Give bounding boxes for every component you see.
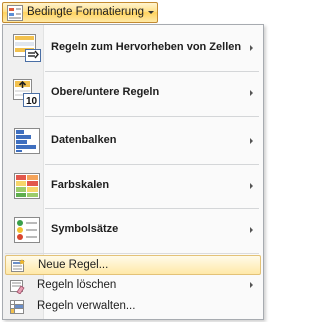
chevron-right-icon	[250, 45, 253, 51]
menu-item-manage-rules[interactable]: Regeln verwalten...	[5, 297, 261, 317]
conditional-formatting-button[interactable]: Bedingte Formatierung	[2, 2, 158, 23]
menu-separator	[45, 208, 259, 209]
data-bars-icon	[11, 125, 43, 157]
menu-item-label: Symbolsätze	[51, 223, 119, 235]
menu-item-label: Regeln löschen	[37, 279, 117, 291]
menu-separator	[5, 253, 259, 254]
menu-item-label: Obere/untere Regeln	[51, 86, 160, 98]
menu-item-clear-rules[interactable]: Regeln löschen	[5, 276, 261, 296]
conditional-formatting-menu: Regeln zum Hervorheben von Zellen 10 Obe…	[2, 24, 264, 320]
chevron-right-icon	[250, 282, 253, 288]
conditional-formatting-icon	[7, 5, 23, 21]
conditional-formatting-label: Bedingte Formatierung	[27, 6, 144, 18]
menu-item-highlight-cells-rules[interactable]: Regeln zum Hervorheben von Zellen	[5, 28, 261, 68]
chevron-right-icon	[250, 90, 253, 96]
menu-item-color-scales[interactable]: Farbskalen	[5, 166, 261, 206]
menu-item-data-bars[interactable]: Datenbalken	[5, 121, 261, 161]
menu-item-label: Datenbalken	[51, 134, 117, 146]
menu-item-icon-sets[interactable]: Symbolsätze	[5, 210, 261, 250]
menu-separator	[45, 71, 259, 72]
chevron-right-icon	[250, 138, 253, 144]
chevron-right-icon	[250, 227, 253, 233]
menu-item-label: Regeln zum Hervorheben von Zellen	[51, 41, 242, 53]
highlight-cells-rules-icon	[11, 32, 43, 64]
icon-sets-icon	[11, 214, 43, 246]
svg-text:10: 10	[26, 96, 38, 107]
manage-rules-icon	[9, 299, 25, 315]
top-bottom-rules-icon: 10	[11, 77, 43, 109]
menu-item-new-rule[interactable]: Neue Regel...	[5, 255, 261, 275]
menu-item-label: Farbskalen	[51, 179, 110, 191]
menu-item-label: Neue Regel...	[38, 259, 109, 271]
menu-item-top-bottom-rules[interactable]: 10 Obere/untere Regeln	[5, 73, 261, 113]
chevron-right-icon	[250, 183, 253, 189]
menu-separator	[45, 116, 259, 117]
menu-item-label: Regeln verwalten...	[37, 300, 136, 312]
new-rule-icon	[10, 258, 26, 274]
clear-rules-icon	[9, 278, 25, 295]
color-scales-icon	[11, 170, 43, 202]
chevron-down-icon	[148, 11, 154, 14]
menu-separator	[45, 164, 259, 165]
